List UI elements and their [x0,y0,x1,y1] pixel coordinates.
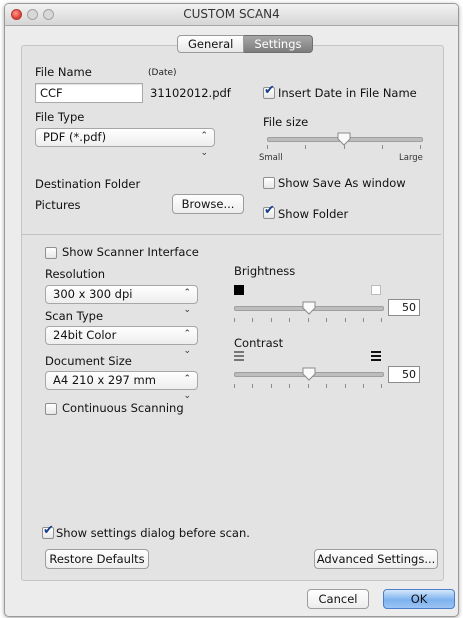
show-scanner-interface-checkbox[interactable] [45,247,57,259]
file-type-label: File Type [35,110,85,124]
show-settings-dialog-checkbox[interactable]: ✔ [42,523,54,539]
brightness-label: Brightness [234,264,296,278]
file-size-ticks [267,145,421,150]
show-save-as-checkbox[interactable] [263,177,275,189]
file-name-input[interactable]: CCF [35,83,143,103]
file-type-popup[interactable]: PDF (*.pdf) ⌃ ⌄ [35,128,215,158]
contrast-low-icon [234,351,244,361]
insert-date-checkbox[interactable]: ✔ [263,83,275,99]
destination-folder-label: Destination Folder [35,177,141,191]
custom-scan-dialog: CUSTOM SCAN4 General Settings File Name … [4,3,459,617]
scan-type-label: Scan Type [45,309,104,323]
scan-type-value: 24bit Color [53,328,117,342]
popup-arrows-icon: ⌃ ⌄ [183,329,191,356]
restore-defaults-button[interactable]: Restore Defaults [45,549,149,569]
tab-bar: General Settings [177,35,313,53]
resolution-value: 300 x 300 dpi [53,287,133,301]
file-size-large-label: Large [399,153,423,163]
document-size-popup[interactable]: A4 210 x 297 mm ⌃ ⌄ [45,371,198,401]
contrast-ticks [234,384,382,389]
file-name-label: File Name [35,65,92,79]
show-folder-label: Show Folder [278,207,349,221]
title-bar: CUSTOM SCAN4 [5,4,458,26]
continuous-scanning-checkbox[interactable] [45,403,57,415]
resolution-label: Resolution [45,267,106,281]
brightness-ticks [234,318,382,323]
ok-button[interactable]: OK [383,589,455,609]
show-folder-checkbox[interactable]: ✔ [263,203,275,219]
contrast-label: Contrast [234,336,284,350]
popup-arrows-icon: ⌃ ⌄ [183,374,191,401]
tab-general[interactable]: General [177,35,245,53]
document-size-label: Document Size [45,354,132,368]
show-scanner-interface-label: Show Scanner Interface [62,245,199,259]
date-value: 31102012.pdf [150,86,231,100]
brightness-light-icon [371,285,381,295]
file-size-small-label: Small [259,153,283,163]
checkmark-icon: ✔ [264,203,275,218]
browse-button[interactable]: Browse... [172,194,244,214]
brightness-value-field[interactable]: 50 [388,299,420,316]
continuous-scanning-label: Continuous Scanning [62,401,184,415]
brightness-dark-icon [234,285,244,295]
contrast-value-field[interactable]: 50 [388,366,420,383]
checkmark-icon: ✔ [264,83,275,98]
cancel-button[interactable]: Cancel [307,589,369,609]
window-title: CUSTOM SCAN4 [183,7,280,21]
date-label: (Date) [148,68,177,78]
destination-folder-value: Pictures [35,198,81,212]
file-type-value: PDF (*.pdf) [43,130,107,144]
popup-arrows-icon: ⌃ ⌄ [183,288,191,315]
document-size-value: A4 210 x 297 mm [53,373,156,387]
file-size-label: File size [263,115,309,129]
show-save-as-label: Show Save As window [278,176,406,190]
popup-arrows-icon: ⌃ ⌄ [200,131,208,158]
section-divider [22,234,441,235]
advanced-settings-button[interactable]: Advanced Settings... [314,549,438,569]
show-settings-dialog-label: Show settings dialog before scan. [56,526,250,540]
contrast-slider-thumb[interactable] [302,367,316,381]
resolution-popup[interactable]: 300 x 300 dpi ⌃ ⌄ [45,285,198,315]
scan-type-popup[interactable]: 24bit Color ⌃ ⌄ [45,326,198,356]
contrast-high-icon [371,351,381,361]
brightness-slider-thumb[interactable] [302,301,316,315]
insert-date-label: Insert Date in File Name [278,86,417,100]
tab-settings[interactable]: Settings [244,35,313,53]
file-size-slider-thumb[interactable] [337,132,351,146]
checkmark-icon: ✔ [43,523,54,538]
